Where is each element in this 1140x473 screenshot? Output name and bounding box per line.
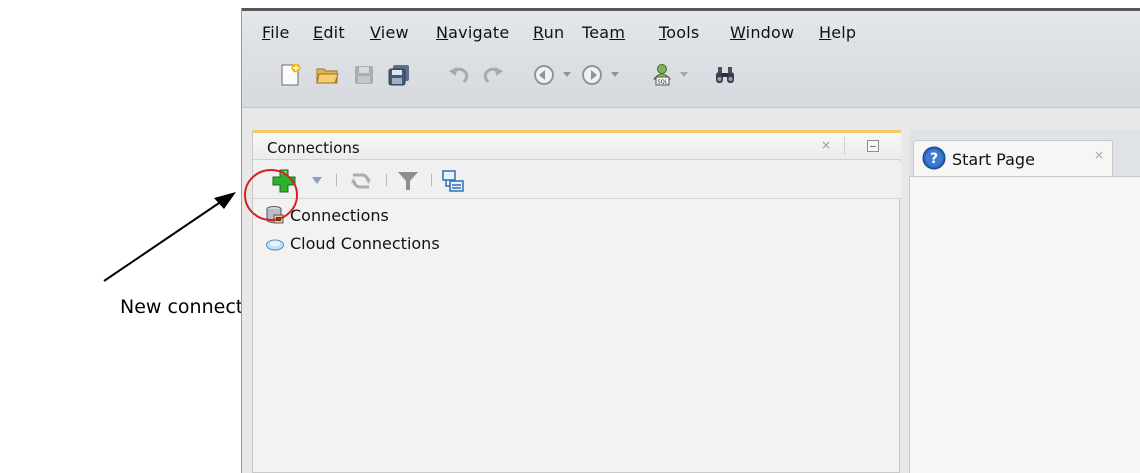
menu-file[interactable]: File: [262, 23, 290, 42]
binoculars-icon[interactable]: [713, 63, 737, 87]
schema-browser-icon[interactable]: [441, 169, 465, 193]
start-page-content: [909, 176, 1140, 473]
back-dropdown-icon[interactable]: [562, 71, 572, 79]
panel-minimize-button[interactable]: [867, 140, 879, 152]
new-connection-dropdown-icon[interactable]: [311, 176, 323, 186]
sql-developer-window: File Edit View Navigate Run Team Tools W…: [241, 8, 1140, 473]
connections-panel-title: Connections: [267, 139, 360, 157]
connections-toolbar: [253, 161, 901, 199]
connections-panel-header: Connections ×: [253, 133, 901, 160]
panel-close-icon[interactable]: ×: [821, 138, 831, 152]
menu-navigate[interactable]: Navigate: [436, 23, 509, 42]
forward-icon[interactable]: [580, 63, 604, 87]
back-icon[interactable]: [532, 63, 556, 87]
toolbar-separator: [431, 174, 432, 186]
menu-window[interactable]: Window: [730, 23, 794, 42]
header-divider: [844, 137, 845, 155]
undo-icon[interactable]: [447, 63, 471, 87]
save-all-icon[interactable]: [387, 63, 411, 87]
tree-item-cloud-connections[interactable]: Cloud Connections: [265, 232, 440, 254]
tree-item-label: Cloud Connections: [290, 233, 440, 253]
main-toolbar: SQL: [242, 53, 1140, 108]
svg-text:?: ?: [930, 151, 938, 167]
sql-worksheet-dropdown-icon[interactable]: [679, 71, 689, 79]
menu-team[interactable]: Team: [582, 23, 625, 42]
cloud-icon: [266, 239, 284, 251]
svg-text:SQL: SQL: [658, 80, 668, 86]
tab-start-page[interactable]: ? Start Page ×: [913, 140, 1113, 176]
help-icon: ?: [922, 146, 946, 170]
menu-bar: File Edit View Navigate Run Team Tools W…: [242, 11, 1140, 53]
open-folder-icon[interactable]: [315, 63, 339, 87]
connections-panel: Connections × Connections Cloud Connecti…: [252, 130, 901, 473]
toolbar-separator: [336, 174, 337, 186]
screenshot-root: New connection File Edit View Navigate R…: [0, 0, 1140, 473]
save-icon[interactable]: [352, 63, 376, 87]
tab-label: Start Page: [952, 150, 1035, 169]
tab-close-icon[interactable]: ×: [1094, 148, 1104, 162]
menu-edit[interactable]: Edit: [313, 23, 345, 42]
filter-icon[interactable]: [396, 169, 420, 193]
redo-icon[interactable]: [481, 63, 505, 87]
forward-dropdown-icon[interactable]: [610, 71, 620, 79]
editor-area: ? Start Page ×: [909, 130, 1140, 473]
refresh-icon[interactable]: [349, 169, 373, 193]
new-file-icon[interactable]: [278, 63, 302, 87]
menu-tools[interactable]: Tools: [659, 23, 699, 42]
tree-item-label: Connections: [290, 205, 389, 225]
sql-worksheet-icon[interactable]: SQL: [650, 63, 674, 87]
toolbar-separator: [386, 174, 387, 186]
menu-run[interactable]: Run: [533, 23, 564, 42]
highlight-circle: [244, 169, 298, 221]
menu-view[interactable]: View: [370, 23, 409, 42]
menu-help[interactable]: Help: [819, 23, 856, 42]
